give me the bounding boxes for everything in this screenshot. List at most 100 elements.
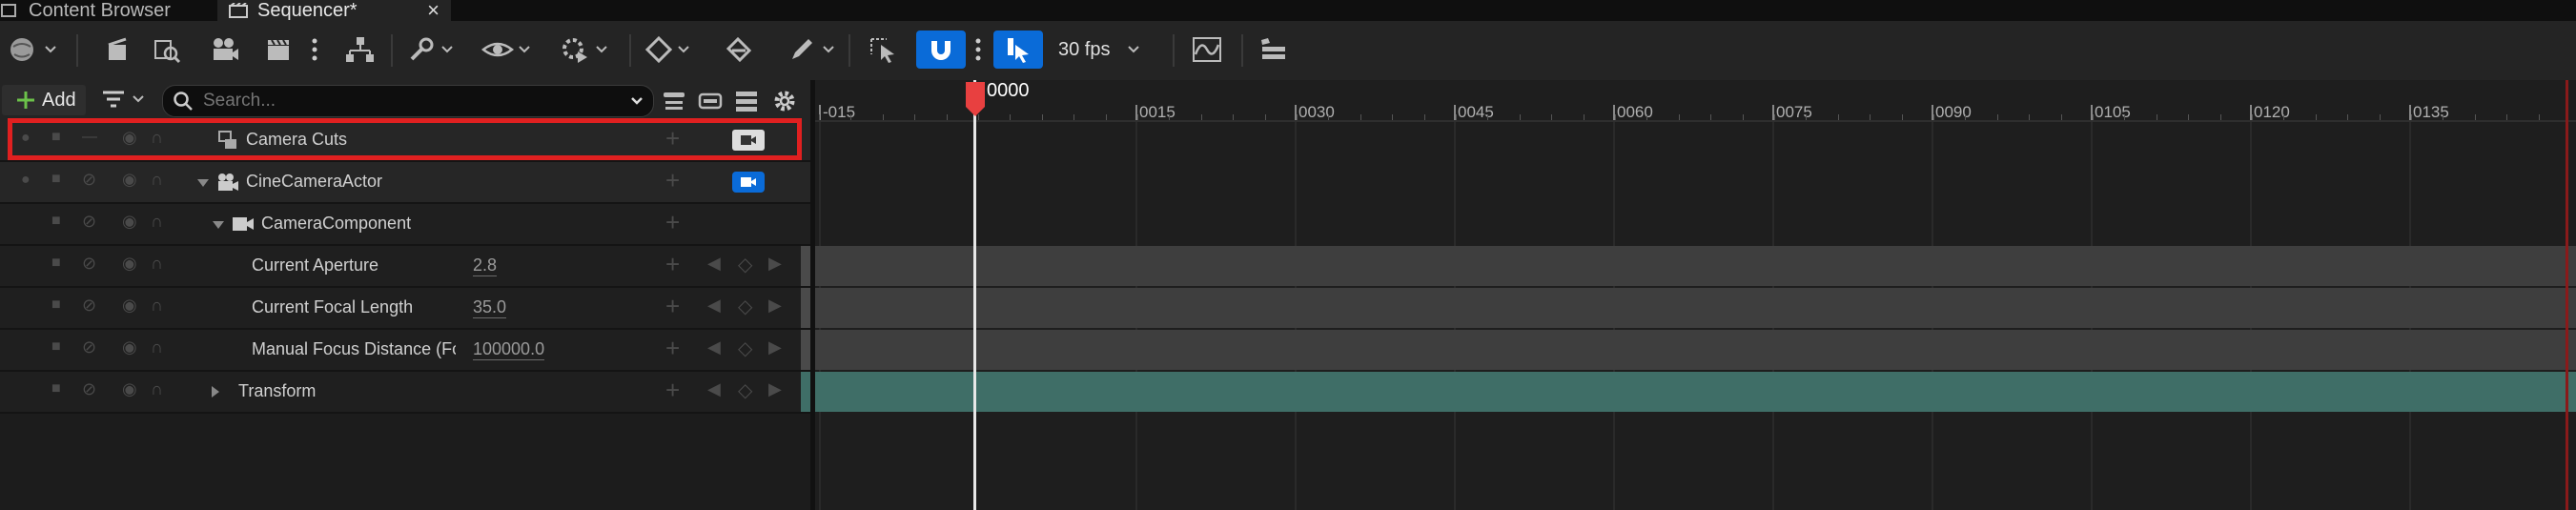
world-dropdown[interactable] <box>6 31 57 69</box>
track-row-camera-component[interactable]: ■ ⊘ ◉ ∩ CameraComponent + <box>0 204 810 246</box>
ruler-minor-tick <box>1073 114 1074 120</box>
search-box[interactable] <box>162 85 654 117</box>
view-options-dropdown[interactable] <box>481 31 531 69</box>
expand-tracks-icon[interactable] <box>698 90 723 112</box>
next-key-icon[interactable]: ▶ <box>768 254 782 274</box>
track-row-transform[interactable]: ■ ⊘ ◉ ∩ Transform + ◀ ◇ ▶ <box>0 372 810 414</box>
add-key-icon[interactable]: + <box>665 208 680 237</box>
prev-key-icon[interactable]: ◀ <box>707 337 721 357</box>
track-bar-manual-focus-distance[interactable] <box>815 330 2576 370</box>
sequencer-navigation-button[interactable] <box>1258 31 1289 69</box>
track-row-cine-camera-actor[interactable]: ● ■ ⊘ ◉ ∩ CineCameraActor + <box>0 162 810 204</box>
snap-toggle-button[interactable] <box>916 31 966 69</box>
close-icon[interactable]: × <box>427 0 440 23</box>
more-options-button[interactable] <box>311 31 318 69</box>
headphones-icon[interactable]: ∩ <box>151 254 163 274</box>
add-key-icon[interactable]: + <box>665 250 680 279</box>
camera-view-button[interactable] <box>732 172 765 193</box>
add-key-diamond-icon[interactable]: ◇ <box>738 295 752 318</box>
track-row-manual-focus-distance[interactable]: ■ ⊘ ◉ ∩ Manual Focus Distance (Fc 100000… <box>0 330 810 372</box>
track-bar-transform[interactable] <box>815 372 2576 412</box>
property-value[interactable]: 2.8 <box>473 255 498 276</box>
eye-icon[interactable]: ◉ <box>122 212 137 232</box>
expand-down-icon[interactable] <box>212 219 225 231</box>
lock-icon[interactable]: ■ <box>51 255 61 272</box>
headphones-icon[interactable]: ∩ <box>151 212 163 232</box>
add-key-icon[interactable]: + <box>665 292 680 321</box>
prev-key-icon[interactable]: ◀ <box>707 379 721 399</box>
snap-options-button[interactable] <box>974 31 982 69</box>
eye-icon[interactable]: ◉ <box>122 379 137 399</box>
add-key-diamond-icon[interactable]: ◇ <box>738 253 752 276</box>
disable-icon[interactable]: ⊘ <box>82 379 96 399</box>
select-keys-button[interactable] <box>868 31 900 69</box>
add-key-icon[interactable]: + <box>665 166 680 195</box>
time-ruler[interactable] <box>815 80 2576 122</box>
curve-editor-button[interactable] <box>1192 31 1222 69</box>
lock-icon[interactable]: ■ <box>51 296 61 314</box>
disable-icon[interactable]: ⊘ <box>82 170 96 190</box>
eye-icon[interactable]: ◉ <box>122 170 137 190</box>
list-view-icon[interactable] <box>734 90 759 112</box>
headphones-icon[interactable]: ∩ <box>151 379 163 399</box>
add-key-icon[interactable]: + <box>665 376 680 405</box>
tools-dropdown[interactable] <box>406 31 454 69</box>
actor-binding-button[interactable] <box>343 31 376 69</box>
expand-right-icon[interactable] <box>210 385 221 398</box>
track-row-current-aperture[interactable]: ■ ⊘ ◉ ∩ Current Aperture 2.8 + ◀ ◇ ▶ <box>0 246 810 288</box>
add-key-diamond-icon[interactable]: ◇ <box>738 337 752 360</box>
property-value[interactable]: 35.0 <box>473 297 507 318</box>
chevron-down-icon[interactable] <box>630 94 644 108</box>
headphones-icon[interactable]: ∩ <box>151 337 163 357</box>
next-key-icon[interactable]: ▶ <box>768 337 782 357</box>
render-movie-button[interactable] <box>210 31 240 69</box>
clapperboard-icon <box>268 39 289 60</box>
key-options-dropdown[interactable] <box>644 31 690 69</box>
headphones-icon[interactable]: ∩ <box>151 170 163 190</box>
next-key-icon[interactable]: ▶ <box>768 296 782 316</box>
tab-sequencer[interactable]: Sequencer* × <box>217 0 451 23</box>
fps-dropdown[interactable]: 30 fps <box>1058 31 1140 69</box>
end-range-line[interactable] <box>2566 80 2568 510</box>
eye-icon[interactable]: ◉ <box>122 296 137 316</box>
expand-down-icon[interactable] <box>196 177 210 189</box>
find-button[interactable] <box>153 31 181 69</box>
disable-icon[interactable]: ⊘ <box>82 337 96 357</box>
property-value[interactable]: 100000.0 <box>473 339 545 360</box>
track-row-current-focal-length[interactable]: ■ ⊘ ◉ ∩ Current Focal Length 35.0 + ◀ ◇ … <box>0 288 810 330</box>
disable-icon[interactable]: ⊘ <box>82 254 96 274</box>
eye-icon[interactable]: ◉ <box>122 337 137 357</box>
ruler-minor-tick <box>1902 114 1903 120</box>
eye-icon[interactable]: ◉ <box>122 254 137 274</box>
lock-icon[interactable]: ■ <box>51 380 61 398</box>
headphones-icon[interactable]: ∩ <box>151 296 163 316</box>
auto-scroll-toggle-button[interactable] <box>993 31 1043 69</box>
lock-icon[interactable]: ■ <box>51 213 61 230</box>
playhead-marker[interactable] <box>964 80 987 118</box>
ruler-tick-label: 0105 <box>2095 103 2131 121</box>
lock-icon[interactable]: ■ <box>51 338 61 356</box>
collapse-tracks-icon[interactable] <box>662 90 686 112</box>
filter-dropdown[interactable] <box>101 88 145 111</box>
prev-key-icon[interactable]: ◀ <box>707 296 721 316</box>
track-bar-current-focal-length[interactable] <box>815 288 2576 328</box>
track-bar-current-aperture[interactable] <box>815 246 2576 286</box>
pin-icon[interactable]: ● <box>21 172 31 189</box>
playback-options-dropdown[interactable] <box>559 31 608 69</box>
disable-icon[interactable]: ⊘ <box>82 212 96 232</box>
add-key-icon[interactable]: + <box>665 334 680 363</box>
timeline-area[interactable]: -015 0015 0030 0045 0060 0075 0090 0105 0120 0135… <box>815 80 2576 510</box>
search-input[interactable] <box>201 90 630 112</box>
next-key-icon[interactable]: ▶ <box>768 379 782 399</box>
gear-icon[interactable] <box>772 89 797 113</box>
fill-key-button[interactable] <box>725 31 755 69</box>
edit-dropdown[interactable] <box>787 31 835 69</box>
prev-key-icon[interactable]: ◀ <box>707 254 721 274</box>
add-track-button[interactable]: Add <box>2 85 86 115</box>
disable-icon[interactable]: ⊘ <box>82 296 96 316</box>
lock-icon[interactable]: ■ <box>51 171 61 188</box>
add-key-diamond-icon[interactable]: ◇ <box>738 378 752 402</box>
save-button[interactable] <box>105 31 133 69</box>
clapper-button[interactable] <box>265 31 294 69</box>
tab-content-browser[interactable]: Content Browser <box>0 0 210 21</box>
